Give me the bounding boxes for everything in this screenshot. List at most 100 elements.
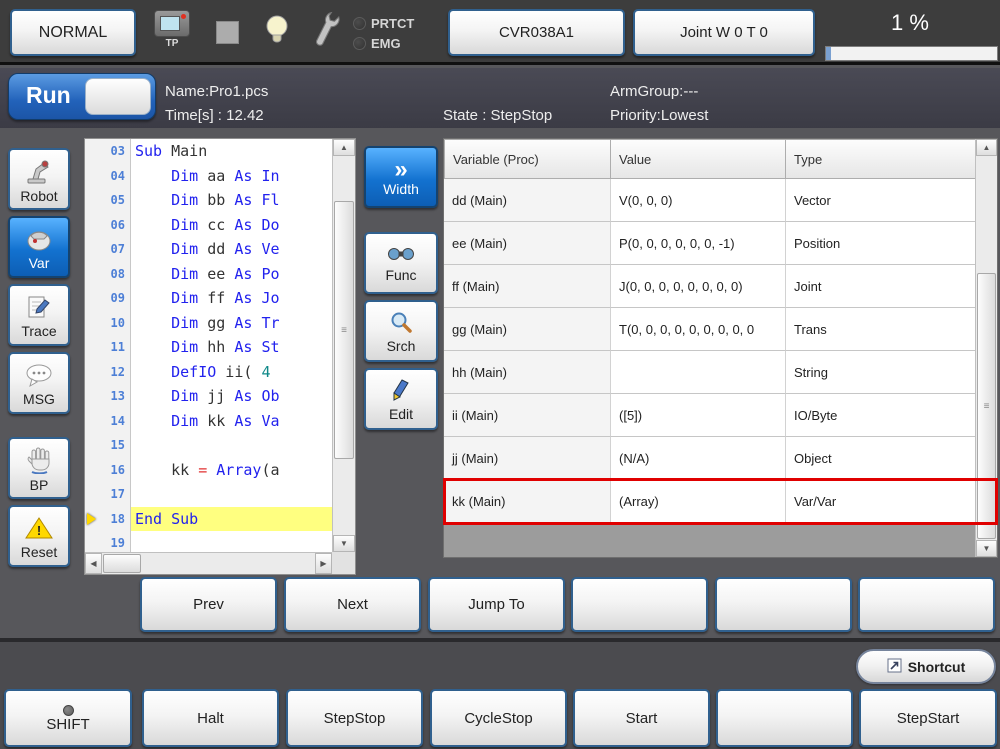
vertical-scroll-thumb[interactable]: ≡ [334, 201, 354, 459]
cell-value: (Array) [611, 480, 786, 523]
halt-button[interactable]: Halt [142, 689, 279, 747]
run-toggle-label: Run [26, 82, 71, 109]
nav-button-empty-1[interactable] [571, 577, 708, 632]
vertical-scroll-thumb[interactable]: ≡ [977, 273, 996, 539]
scroll-down-arrow[interactable]: ▼ [976, 540, 997, 557]
cell-variable: ii (Main) [444, 394, 611, 437]
cell-type: String [786, 351, 976, 394]
next-button[interactable]: Next [284, 577, 421, 632]
table-row[interactable]: ee (Main)P(0, 0, 0, 0, 0, 0, -1)Position [444, 222, 997, 265]
sidebar-item-label: Var [29, 256, 50, 271]
cyclestop-button[interactable]: CycleStop [430, 689, 567, 747]
table-row[interactable]: gg (Main)T(0, 0, 0, 0, 0, 0, 0, 0, 0Tran… [444, 308, 997, 351]
stepstop-button[interactable]: StepStop [286, 689, 423, 747]
editor-vertical-scrollbar[interactable]: ▲ ≡ ▼ [332, 139, 355, 552]
table-row-selected[interactable]: kk (Main)(Array)Var/Var [444, 480, 997, 523]
code-line[interactable]: 16 kk = Array(a [85, 458, 332, 483]
sidebar-item-reset[interactable]: ! Reset [8, 505, 70, 567]
message-bubble-icon [24, 363, 54, 391]
code-line[interactable]: 07 Dim dd As Ve [85, 237, 332, 262]
start-button[interactable]: Start [573, 689, 710, 747]
code-line[interactable]: 08 Dim ee As Po [85, 262, 332, 287]
cell-variable: dd (Main) [444, 179, 611, 222]
code-token: As [234, 265, 252, 283]
table-row[interactable]: ii (Main)([5])IO/Byte [444, 394, 997, 437]
code-token: Tr [261, 314, 279, 332]
code-token [135, 387, 171, 405]
code-line[interactable]: 05 Dim bb As Fl [85, 188, 332, 213]
table-row[interactable]: dd (Main)V(0, 0, 0)Vector [444, 179, 997, 222]
code-lines[interactable]: 03Sub Main04 Dim aa As In05 Dim bb As Fl… [85, 139, 332, 552]
code-token [252, 265, 261, 283]
code-token: Dim [171, 338, 198, 356]
sidebar-item-msg[interactable]: MSG [8, 352, 70, 414]
line-text [131, 433, 332, 458]
code-editor[interactable]: 03Sub Main04 Dim aa As In05 Dim bb As Fl… [84, 138, 356, 575]
shift-button[interactable]: SHIFT [4, 689, 132, 747]
prev-button[interactable]: Prev [140, 577, 277, 632]
line-text: Dim ff As Jo [131, 286, 332, 311]
stepstart-button[interactable]: StepStart [859, 689, 997, 747]
scroll-right-arrow[interactable]: ▶ [315, 553, 332, 574]
run-toggle-knob[interactable] [85, 78, 151, 115]
editor-horizontal-scrollbar[interactable]: ◀ ▶ [85, 552, 332, 574]
code-line[interactable]: 09 Dim ff As Jo [85, 286, 332, 311]
code-line[interactable]: 12 DefIO ii( 4 [85, 360, 332, 385]
nav-button-empty-2[interactable] [715, 577, 852, 632]
code-line[interactable]: 19 [85, 531, 332, 552]
horizontal-scroll-thumb[interactable] [103, 554, 141, 573]
code-line[interactable]: 11 Dim hh As St [85, 335, 332, 360]
mode-button[interactable]: NORMAL [10, 9, 136, 56]
code-line[interactable]: 10 Dim gg As Tr [85, 311, 332, 336]
shortcut-button[interactable]: Shortcut [856, 649, 996, 684]
tool-button-search[interactable]: Srch [364, 300, 438, 362]
joint-mode-button[interactable]: Joint W 0 T 0 [633, 9, 815, 56]
sidebar-item-bp[interactable]: BP [8, 437, 70, 499]
table-row[interactable]: ff (Main)J(0, 0, 0, 0, 0, 0, 0, 0)Joint [444, 265, 997, 308]
tool-button-label: Srch [387, 338, 416, 354]
cell-type: Joint [786, 265, 976, 308]
sidebar-item-robot[interactable]: Robot [8, 148, 70, 210]
code-token: Do [261, 216, 279, 234]
scroll-left-arrow[interactable]: ◀ [85, 553, 102, 574]
code-line[interactable]: 04 Dim aa As In [85, 164, 332, 189]
cell-type: IO/Byte [786, 394, 976, 437]
project-button[interactable]: CVR038A1 [448, 9, 625, 56]
code-line[interactable]: 06 Dim cc As Do [85, 213, 332, 238]
tool-button-width[interactable]: » Width [364, 146, 438, 208]
bottom-button-empty[interactable] [716, 689, 853, 747]
column-header-variable[interactable]: Variable (Proc) [444, 139, 611, 179]
scroll-up-arrow[interactable]: ▲ [333, 139, 355, 156]
code-token: End Sub [135, 510, 198, 528]
code-line[interactable]: 13 Dim jj As Ob [85, 384, 332, 409]
code-line[interactable]: 03Sub Main [85, 139, 332, 164]
tool-button-func[interactable]: Func [364, 232, 438, 294]
tool-button-edit[interactable]: Edit [364, 368, 438, 430]
scroll-up-arrow[interactable]: ▲ [976, 139, 997, 156]
code-line[interactable]: 18End Sub [85, 507, 332, 532]
code-token [252, 167, 261, 185]
line-gutter: 08 [85, 262, 131, 287]
line-number: 10 [111, 316, 130, 330]
scroll-down-arrow[interactable]: ▼ [333, 535, 355, 552]
jump-to-button[interactable]: Jump To [428, 577, 565, 632]
run-toggle[interactable]: Run [8, 73, 156, 120]
current-line-marker-icon [87, 513, 96, 525]
nav-button-empty-3[interactable] [858, 577, 995, 632]
code-token [252, 289, 261, 307]
code-token: = [198, 461, 207, 479]
stop-lamp-icon [216, 21, 239, 44]
sidebar-item-trace[interactable]: Trace [8, 284, 70, 346]
code-line[interactable]: 14 Dim kk As Va [85, 409, 332, 434]
speed-progress-fill [826, 47, 831, 60]
priority: Priority:Lowest [610, 107, 708, 124]
table-row[interactable]: jj (Main)(N/A)Object [444, 437, 997, 480]
table-row[interactable]: hh (Main)String [444, 351, 997, 394]
code-line[interactable]: 15 [85, 433, 332, 458]
column-header-value[interactable]: Value [611, 139, 786, 179]
code-token: As [234, 240, 252, 258]
table-vertical-scrollbar[interactable]: ▲ ≡ ▼ [975, 139, 997, 557]
sidebar-item-var[interactable]: Var [8, 216, 70, 278]
code-line[interactable]: 17 [85, 482, 332, 507]
column-header-type[interactable]: Type [786, 139, 976, 179]
